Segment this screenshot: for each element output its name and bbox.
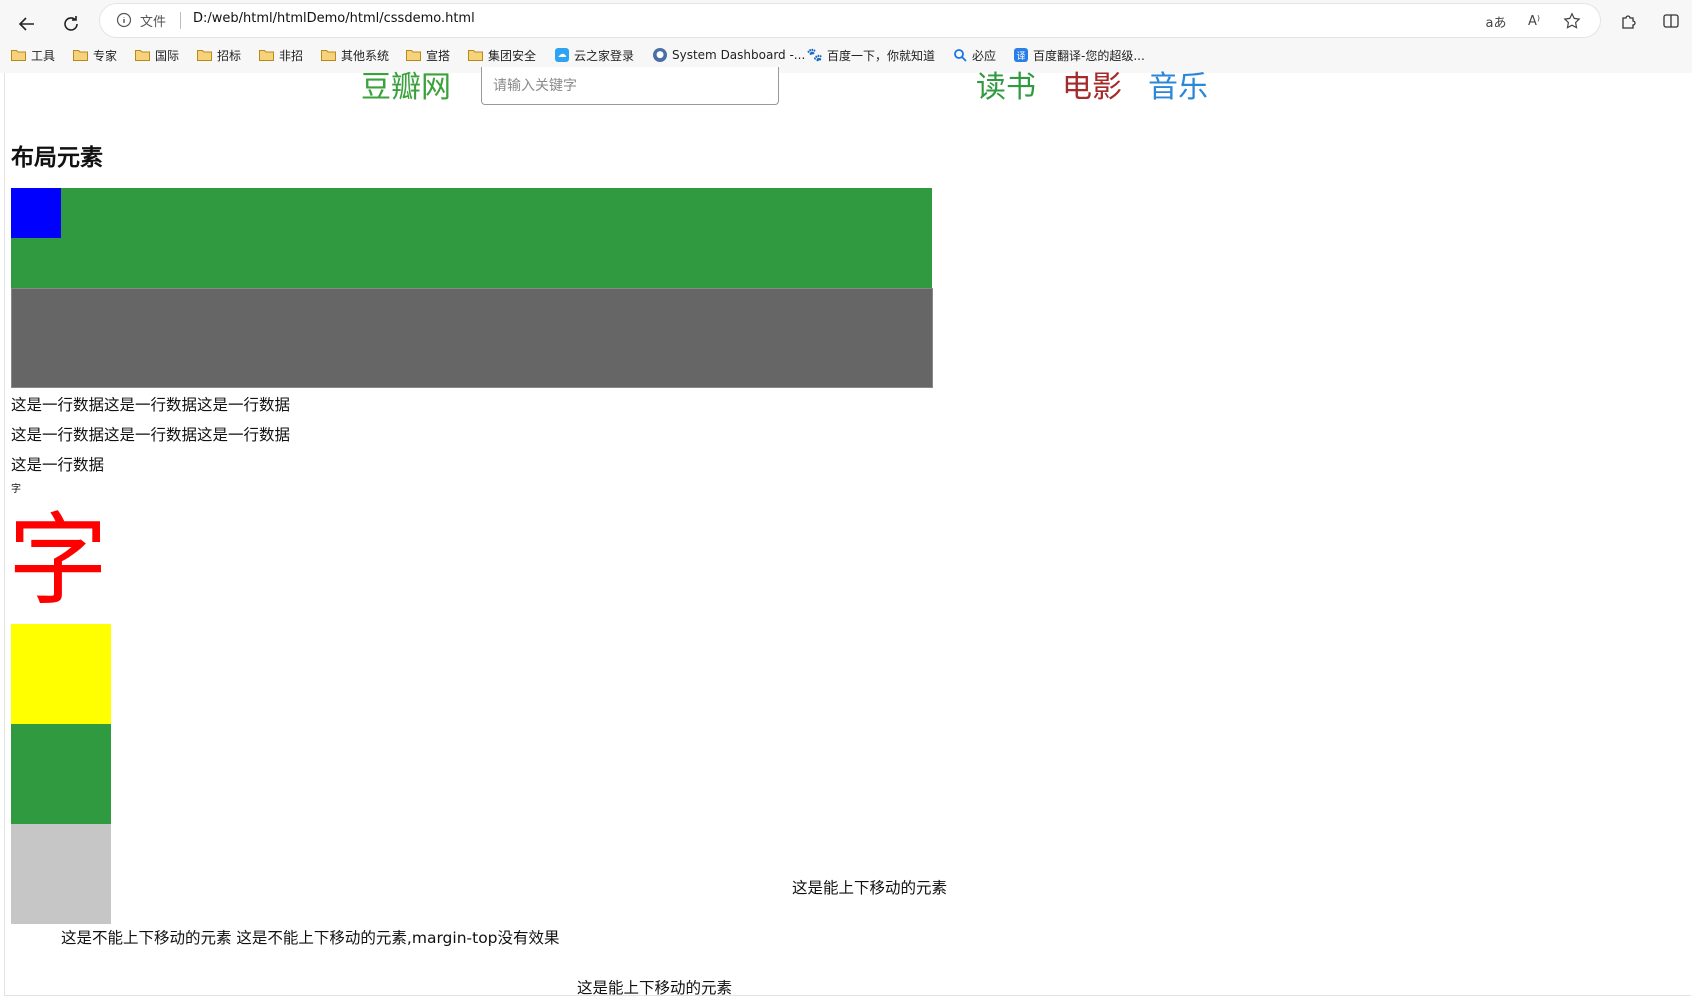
green-layout-box (11, 188, 932, 288)
extensions-button[interactable] (1616, 8, 1642, 34)
bookmark-yunzhijia[interactable]: ☁ 云之家登录 (555, 46, 634, 64)
folder-icon (321, 49, 336, 61)
split-screen-button[interactable] (1658, 8, 1684, 34)
url-scheme-label: 文件 (140, 15, 167, 30)
folder-icon (468, 49, 483, 61)
data-line-1: 这是一行数据这是一行数据这是一行数据 (11, 396, 291, 414)
puzzle-icon (1622, 15, 1636, 29)
favorite-star-icon[interactable] (1561, 10, 1583, 32)
search-input[interactable] (481, 67, 779, 105)
gray-layout-box (11, 288, 933, 388)
folder-icon (259, 49, 274, 61)
bookmark-group-security[interactable]: 集团安全 (468, 46, 536, 64)
bookmark-bing[interactable]: 必应 (953, 46, 996, 64)
bookmark-baidu-translate[interactable]: 译 百度翻译-您的超级... (1014, 46, 1145, 64)
url-text[interactable]: D:/web/html/htmlDemo/html/cssdemo.html (193, 11, 475, 26)
bing-search-icon (953, 48, 967, 62)
bookmark-other-systems[interactable]: 其他系统 (321, 46, 389, 64)
address-divider (180, 12, 181, 29)
bookmark-bidding[interactable]: 招标 (197, 46, 241, 64)
address-bar[interactable]: 文件 D:/web/html/htmlDemo/html/cssdemo.htm… (100, 4, 1600, 37)
folder-icon (197, 49, 212, 61)
bookmark-international[interactable]: 国际 (135, 46, 179, 64)
bookmark-non-bidding[interactable]: 非招 (259, 46, 303, 64)
movable-text-1: 这是能上下移动的元素 (792, 879, 948, 897)
folder-icon (135, 49, 150, 61)
bookmark-experts[interactable]: 专家 (73, 46, 117, 64)
back-button[interactable] (10, 7, 44, 41)
nav-link-movies[interactable]: 电影 (1062, 68, 1122, 108)
dashboard-icon: ● (653, 48, 667, 62)
cloud-icon: ☁ (555, 48, 569, 62)
yellow-box (11, 624, 111, 724)
nav-link-books[interactable]: 读书 (976, 68, 1036, 108)
folder-icon (11, 49, 26, 61)
small-character: 字 (11, 484, 21, 495)
bookmark-system-dashboard[interactable]: ● System Dashboard -... (653, 46, 805, 64)
bookmark-baidu[interactable]: 🐾 百度一下，你就知道 (806, 46, 935, 64)
arrow-left-icon (18, 17, 34, 31)
data-line-2: 这是一行数据这是一行数据这是一行数据 (11, 426, 291, 444)
blue-inner-box (11, 188, 61, 238)
data-line-3: 这是一行数据 (11, 456, 105, 474)
baidu-paw-icon: 🐾 (806, 47, 824, 63)
light-gray-box (11, 824, 111, 924)
nav-link-music[interactable]: 音乐 (1148, 68, 1208, 108)
folder-icon (406, 49, 421, 61)
translate-icon: 译 (1014, 48, 1028, 62)
green-box-2 (11, 724, 111, 824)
browser-chrome: 文件 D:/web/html/htmlDemo/html/cssdemo.htm… (0, 0, 1692, 73)
translate-page-icon[interactable]: aあ (1485, 10, 1507, 32)
section-heading: 布局元素 (11, 145, 103, 171)
split-screen-icon (1663, 14, 1679, 28)
large-red-character: 字 (8, 502, 108, 619)
site-info-icon[interactable] (116, 12, 132, 32)
movable-text-2: 这是能上下移动的元素 (577, 979, 733, 997)
refresh-button[interactable] (54, 7, 88, 41)
read-aloud-icon[interactable]: A⁾ (1523, 10, 1545, 32)
folder-icon (73, 49, 88, 61)
bookmarks-bar: 工具 专家 国际 招标 非招 其他系统 宣搭 集团安全 ☁ 云之家登录 ● Sy… (0, 42, 1692, 68)
bookmark-tools[interactable]: 工具 (11, 46, 55, 64)
douban-logo[interactable]: 豆瓣网 (361, 68, 451, 108)
refresh-icon (64, 16, 78, 31)
bookmark-xuanda[interactable]: 宣搭 (406, 46, 450, 64)
non-movable-text: 这是不能上下移动的元素 这是不能上下移动的元素,margin-top没有效果 (61, 929, 560, 947)
